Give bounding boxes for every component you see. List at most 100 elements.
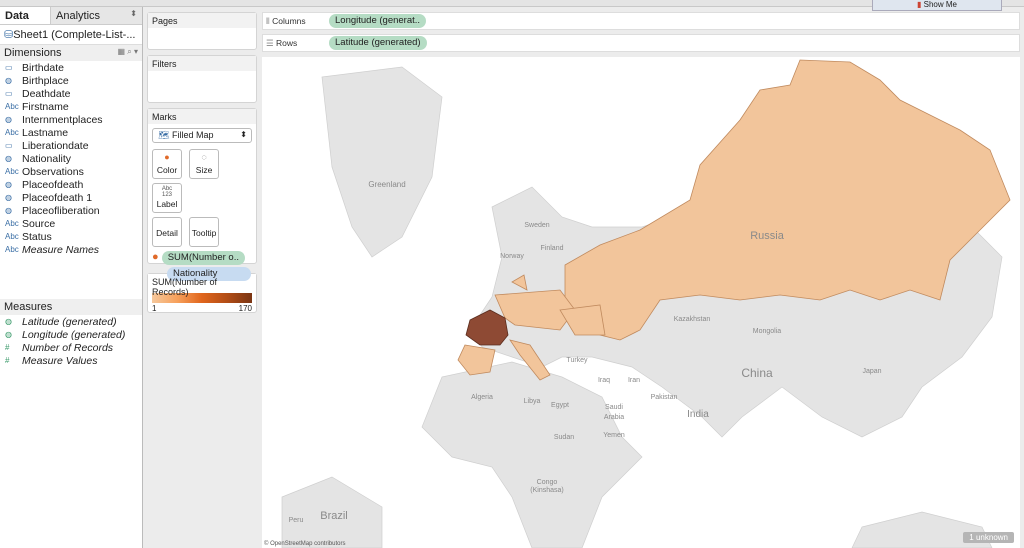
unknown-indicator[interactable]: 1 unknown xyxy=(963,532,1014,543)
search-icon[interactable]: ▦ ⌕ ▾ xyxy=(118,47,139,57)
map-label: China xyxy=(741,366,773,380)
map-label: Mongolia xyxy=(753,328,782,335)
database-icon: ⛁ xyxy=(4,29,14,41)
field-source[interactable]: Abc Source xyxy=(0,217,142,230)
map-view[interactable]: Greenland Sweden Finland Norway Russia Kazakh… xyxy=(262,57,1020,548)
rows-icon: ☰ xyxy=(266,37,274,48)
globe-icon: ◍ xyxy=(5,154,12,163)
mark-type-select[interactable]: 🗺 Filled Map ⬍ xyxy=(152,128,252,143)
hash-icon: # xyxy=(5,356,10,365)
globe-icon: ◍ xyxy=(5,330,12,339)
field-measure-names[interactable]: Abc Measure Names xyxy=(0,243,142,256)
calendar-icon: ▭ xyxy=(5,63,13,72)
abc-icon: Abc xyxy=(5,128,19,137)
map-label: Arabia xyxy=(604,414,624,421)
map-label: Libya xyxy=(524,398,541,405)
map-label: Kazakhstan xyxy=(674,316,711,323)
globe-icon: ◍ xyxy=(5,206,12,215)
pages-card[interactable]: Pages xyxy=(147,12,257,50)
toolbar xyxy=(0,0,1024,7)
field-deathdate[interactable]: ▭ Deathdate xyxy=(0,87,142,100)
map-label: India xyxy=(687,409,709,420)
field-observations[interactable]: Abc Observations xyxy=(0,165,142,178)
field-nationality[interactable]: ◍ Nationality xyxy=(0,152,142,165)
map-attribution[interactable]: © OpenStreetMap contributors xyxy=(264,541,345,547)
columns-icon: ⦀ xyxy=(266,15,270,26)
data-pane: Data Analytics ⬍ ⛁Sheet1 (Complete-List-.… xyxy=(0,7,143,548)
abc-icon: Abc xyxy=(5,167,19,176)
size-icon: ◌ xyxy=(201,152,207,162)
map-label: Sudan xyxy=(554,434,574,441)
color-icon: ● xyxy=(164,152,170,162)
map-label: Sweden xyxy=(524,222,549,229)
globe-icon: ◍ xyxy=(5,76,12,85)
bar-chart-icon: ▮ xyxy=(917,0,922,9)
africa-shape xyxy=(421,361,643,548)
sum-records-pill[interactable]: SUM(Number o.. xyxy=(161,251,245,265)
detail-button[interactable]: Detail xyxy=(152,217,182,247)
field-internmentplaces[interactable]: ◍ Internmentplaces xyxy=(0,113,142,126)
map-label: Japan xyxy=(862,368,881,375)
longitude-pill[interactable]: Longitude (generat.. xyxy=(329,14,427,28)
latitude-pill[interactable]: Latitude (generated) xyxy=(329,36,427,50)
globe-icon: ◍ xyxy=(5,115,12,124)
field-firstname[interactable]: Abc Firstname xyxy=(0,100,142,113)
color-icon: ● xyxy=(152,251,159,263)
calendar-icon: ▭ xyxy=(5,141,13,150)
tooltip-button[interactable]: Tooltip xyxy=(189,217,220,247)
map-label: Egypt xyxy=(551,402,569,409)
abc-icon: Abc xyxy=(5,245,19,254)
spain-shape xyxy=(457,344,496,376)
label-button[interactable]: Abc 123 Label xyxy=(152,183,182,213)
map-label: Greenland xyxy=(368,180,405,189)
filled-map-icon: 🗺 xyxy=(158,130,170,140)
map-label: Congo xyxy=(537,479,558,486)
marks-card: Marks 🗺 Filled Map ⬍ ● Color ◌ Size Abc 123 L… xyxy=(147,108,257,281)
filters-card[interactable]: Filters xyxy=(147,55,257,103)
map-label: Iraq xyxy=(598,377,610,384)
abc-icon: Abc xyxy=(5,102,19,111)
rows-shelf[interactable]: ☰ Rows Latitude (generated) xyxy=(262,34,1020,52)
field-placeofdeath-1[interactable]: ◍ Placeofdeath 1 xyxy=(0,191,142,204)
tab-analytics[interactable]: Analytics ⬍ xyxy=(50,7,142,24)
measures-header: Measures xyxy=(0,299,142,315)
abc-icon: Abc xyxy=(5,232,19,241)
hash-icon: # xyxy=(5,343,10,352)
color-button[interactable]: ● Color xyxy=(152,149,182,179)
map-label: Turkey xyxy=(566,357,588,364)
globe-icon: ◍ xyxy=(5,193,12,202)
field-status[interactable]: Abc Status xyxy=(0,230,142,243)
map-label: Brazil xyxy=(320,510,348,522)
columns-shelf[interactable]: ⦀ Columns Longitude (generat.. xyxy=(262,12,1020,30)
show-me-button[interactable]: ▮ Show Me xyxy=(872,0,1002,11)
size-button[interactable]: ◌ Size xyxy=(189,149,220,179)
field-lastname[interactable]: Abc Lastname xyxy=(0,126,142,139)
field-measure-values[interactable]: # Measure Values xyxy=(0,354,142,367)
map-label: Peru xyxy=(289,517,304,524)
field-birthplace[interactable]: ◍ Birthplace xyxy=(0,74,142,87)
map-label: Pakistan xyxy=(651,394,678,401)
field-longitude-generated-[interactable]: ◍ Longitude (generated) xyxy=(0,328,142,341)
tab-data[interactable]: Data xyxy=(0,7,50,24)
map-label: Russia xyxy=(750,230,785,242)
label-icon: Abc 123 xyxy=(161,186,173,198)
field-birthdate[interactable]: ▭ Birthdate xyxy=(0,61,142,74)
map-label: Saudi xyxy=(605,404,623,411)
data-source[interactable]: ⛁Sheet1 (Complete-List-... xyxy=(0,25,142,45)
map-label: Iran xyxy=(628,377,640,384)
map-label: Yemen xyxy=(603,432,625,439)
chevron-updown-icon: ⬍ xyxy=(240,130,247,139)
greenland-shape xyxy=(321,66,443,258)
dimensions-header: Dimensions ▦ ⌕ ▾ xyxy=(0,45,142,61)
calendar-icon: ▭ xyxy=(5,89,13,98)
field-placeofliberation[interactable]: ◍ Placeofliberation xyxy=(0,204,142,217)
map-label: Finland xyxy=(541,245,564,252)
field-liberationdate[interactable]: ▭ Liberationdate xyxy=(0,139,142,152)
field-number-of-records[interactable]: # Number of Records xyxy=(0,341,142,354)
abc-icon: Abc xyxy=(5,219,19,228)
globe-icon: ◍ xyxy=(5,180,12,189)
pane-menu-icon[interactable]: ⬍ xyxy=(130,9,137,18)
field-latitude-generated-[interactable]: ◍ Latitude (generated) xyxy=(0,315,142,328)
field-placeofdeath[interactable]: ◍ Placeofdeath xyxy=(0,178,142,191)
map-label: Algeria xyxy=(471,394,493,401)
